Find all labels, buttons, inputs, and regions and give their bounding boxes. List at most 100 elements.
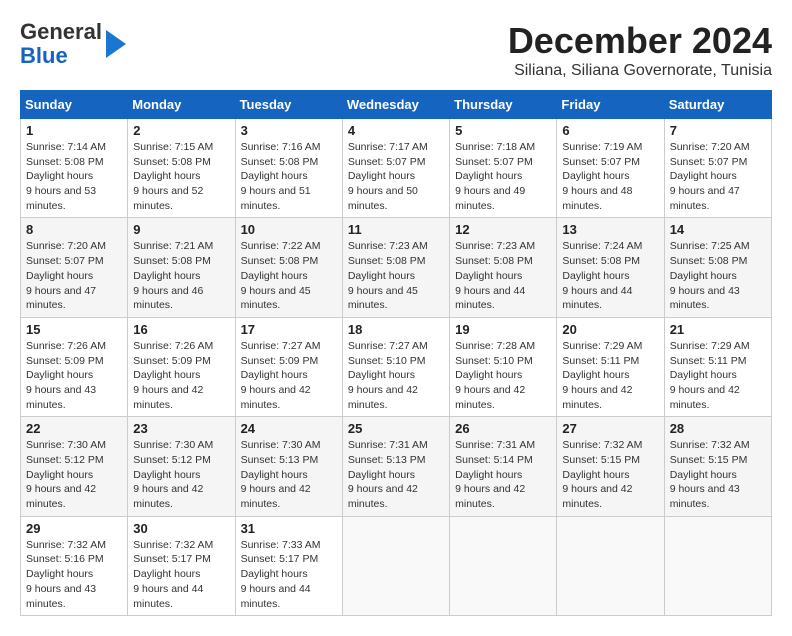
- calendar-cell: 25 Sunrise: 7:31 AM Sunset: 5:13 PM Dayl…: [342, 417, 449, 516]
- day-info: Sunrise: 7:19 AM Sunset: 5:07 PM Dayligh…: [562, 140, 658, 213]
- calendar-cell: 29 Sunrise: 7:32 AM Sunset: 5:16 PM Dayl…: [21, 516, 128, 615]
- day-info: Sunrise: 7:27 AM Sunset: 5:10 PM Dayligh…: [348, 339, 444, 412]
- col-header-friday: Friday: [557, 91, 664, 119]
- calendar-cell: 26 Sunrise: 7:31 AM Sunset: 5:14 PM Dayl…: [450, 417, 557, 516]
- day-number: 13: [562, 222, 658, 237]
- day-number: 2: [133, 123, 229, 138]
- day-number: 14: [670, 222, 766, 237]
- calendar-cell: [450, 516, 557, 615]
- logo: General Blue: [20, 20, 126, 68]
- day-info: Sunrise: 7:28 AM Sunset: 5:10 PM Dayligh…: [455, 339, 551, 412]
- calendar-cell: 21 Sunrise: 7:29 AM Sunset: 5:11 PM Dayl…: [664, 317, 771, 416]
- day-info: Sunrise: 7:20 AM Sunset: 5:07 PM Dayligh…: [26, 239, 122, 312]
- day-number: 24: [241, 421, 337, 436]
- calendar-table: SundayMondayTuesdayWednesdayThursdayFrid…: [20, 90, 772, 616]
- day-info: Sunrise: 7:29 AM Sunset: 5:11 PM Dayligh…: [562, 339, 658, 412]
- day-number: 12: [455, 222, 551, 237]
- day-info: Sunrise: 7:26 AM Sunset: 5:09 PM Dayligh…: [26, 339, 122, 412]
- day-info: Sunrise: 7:21 AM Sunset: 5:08 PM Dayligh…: [133, 239, 229, 312]
- day-number: 20: [562, 322, 658, 337]
- page-header: General Blue December 2024 Siliana, Sili…: [20, 20, 772, 80]
- calendar-cell: 23 Sunrise: 7:30 AM Sunset: 5:12 PM Dayl…: [128, 417, 235, 516]
- calendar-cell: 30 Sunrise: 7:32 AM Sunset: 5:17 PM Dayl…: [128, 516, 235, 615]
- day-number: 29: [26, 521, 122, 536]
- calendar-cell: 12 Sunrise: 7:23 AM Sunset: 5:08 PM Dayl…: [450, 218, 557, 317]
- calendar-cell: 3 Sunrise: 7:16 AM Sunset: 5:08 PM Dayli…: [235, 119, 342, 218]
- calendar-cell: [664, 516, 771, 615]
- day-number: 19: [455, 322, 551, 337]
- calendar-cell: 10 Sunrise: 7:22 AM Sunset: 5:08 PM Dayl…: [235, 218, 342, 317]
- day-info: Sunrise: 7:32 AM Sunset: 5:16 PM Dayligh…: [26, 538, 122, 611]
- calendar-cell: 20 Sunrise: 7:29 AM Sunset: 5:11 PM Dayl…: [557, 317, 664, 416]
- col-header-tuesday: Tuesday: [235, 91, 342, 119]
- day-info: Sunrise: 7:15 AM Sunset: 5:08 PM Dayligh…: [133, 140, 229, 213]
- calendar-cell: 24 Sunrise: 7:30 AM Sunset: 5:13 PM Dayl…: [235, 417, 342, 516]
- day-number: 15: [26, 322, 122, 337]
- day-info: Sunrise: 7:24 AM Sunset: 5:08 PM Dayligh…: [562, 239, 658, 312]
- day-info: Sunrise: 7:33 AM Sunset: 5:17 PM Dayligh…: [241, 538, 337, 611]
- day-number: 26: [455, 421, 551, 436]
- day-number: 8: [26, 222, 122, 237]
- calendar-cell: 13 Sunrise: 7:24 AM Sunset: 5:08 PM Dayl…: [557, 218, 664, 317]
- day-info: Sunrise: 7:23 AM Sunset: 5:08 PM Dayligh…: [455, 239, 551, 312]
- day-info: Sunrise: 7:31 AM Sunset: 5:14 PM Dayligh…: [455, 438, 551, 511]
- day-info: Sunrise: 7:32 AM Sunset: 5:17 PM Dayligh…: [133, 538, 229, 611]
- day-info: Sunrise: 7:32 AM Sunset: 5:15 PM Dayligh…: [670, 438, 766, 511]
- day-info: Sunrise: 7:26 AM Sunset: 5:09 PM Dayligh…: [133, 339, 229, 412]
- day-number: 7: [670, 123, 766, 138]
- day-info: Sunrise: 7:17 AM Sunset: 5:07 PM Dayligh…: [348, 140, 444, 213]
- day-number: 5: [455, 123, 551, 138]
- page-subtitle: Siliana, Siliana Governorate, Tunisia: [508, 62, 772, 80]
- col-header-wednesday: Wednesday: [342, 91, 449, 119]
- calendar-cell: 7 Sunrise: 7:20 AM Sunset: 5:07 PM Dayli…: [664, 119, 771, 218]
- day-number: 3: [241, 123, 337, 138]
- title-block: December 2024 Siliana, Siliana Governora…: [508, 20, 772, 80]
- calendar-cell: [342, 516, 449, 615]
- col-header-sunday: Sunday: [21, 91, 128, 119]
- calendar-cell: 31 Sunrise: 7:33 AM Sunset: 5:17 PM Dayl…: [235, 516, 342, 615]
- logo-arrow-icon: [106, 30, 126, 58]
- day-info: Sunrise: 7:22 AM Sunset: 5:08 PM Dayligh…: [241, 239, 337, 312]
- day-number: 17: [241, 322, 337, 337]
- day-info: Sunrise: 7:29 AM Sunset: 5:11 PM Dayligh…: [670, 339, 766, 412]
- logo-blue: Blue: [20, 43, 68, 68]
- day-info: Sunrise: 7:30 AM Sunset: 5:12 PM Dayligh…: [26, 438, 122, 511]
- calendar-cell: 6 Sunrise: 7:19 AM Sunset: 5:07 PM Dayli…: [557, 119, 664, 218]
- page-title: December 2024: [508, 20, 772, 62]
- calendar-cell: 8 Sunrise: 7:20 AM Sunset: 5:07 PM Dayli…: [21, 218, 128, 317]
- day-info: Sunrise: 7:31 AM Sunset: 5:13 PM Dayligh…: [348, 438, 444, 511]
- day-number: 6: [562, 123, 658, 138]
- day-number: 11: [348, 222, 444, 237]
- calendar-cell: 18 Sunrise: 7:27 AM Sunset: 5:10 PM Dayl…: [342, 317, 449, 416]
- calendar-cell: 22 Sunrise: 7:30 AM Sunset: 5:12 PM Dayl…: [21, 417, 128, 516]
- calendar-cell: 17 Sunrise: 7:27 AM Sunset: 5:09 PM Dayl…: [235, 317, 342, 416]
- calendar-cell: 19 Sunrise: 7:28 AM Sunset: 5:10 PM Dayl…: [450, 317, 557, 416]
- day-number: 9: [133, 222, 229, 237]
- calendar-cell: 1 Sunrise: 7:14 AM Sunset: 5:08 PM Dayli…: [21, 119, 128, 218]
- day-info: Sunrise: 7:18 AM Sunset: 5:07 PM Dayligh…: [455, 140, 551, 213]
- calendar-cell: 14 Sunrise: 7:25 AM Sunset: 5:08 PM Dayl…: [664, 218, 771, 317]
- day-number: 31: [241, 521, 337, 536]
- calendar-cell: 2 Sunrise: 7:15 AM Sunset: 5:08 PM Dayli…: [128, 119, 235, 218]
- calendar-cell: 4 Sunrise: 7:17 AM Sunset: 5:07 PM Dayli…: [342, 119, 449, 218]
- day-info: Sunrise: 7:32 AM Sunset: 5:15 PM Dayligh…: [562, 438, 658, 511]
- day-number: 22: [26, 421, 122, 436]
- calendar-cell: 28 Sunrise: 7:32 AM Sunset: 5:15 PM Dayl…: [664, 417, 771, 516]
- col-header-thursday: Thursday: [450, 91, 557, 119]
- day-info: Sunrise: 7:16 AM Sunset: 5:08 PM Dayligh…: [241, 140, 337, 213]
- calendar-cell: 9 Sunrise: 7:21 AM Sunset: 5:08 PM Dayli…: [128, 218, 235, 317]
- col-header-monday: Monday: [128, 91, 235, 119]
- day-info: Sunrise: 7:25 AM Sunset: 5:08 PM Dayligh…: [670, 239, 766, 312]
- logo-general: General: [20, 19, 102, 44]
- day-number: 30: [133, 521, 229, 536]
- calendar-cell: 5 Sunrise: 7:18 AM Sunset: 5:07 PM Dayli…: [450, 119, 557, 218]
- day-number: 25: [348, 421, 444, 436]
- day-number: 27: [562, 421, 658, 436]
- day-info: Sunrise: 7:14 AM Sunset: 5:08 PM Dayligh…: [26, 140, 122, 213]
- day-number: 21: [670, 322, 766, 337]
- day-number: 23: [133, 421, 229, 436]
- day-number: 1: [26, 123, 122, 138]
- day-number: 10: [241, 222, 337, 237]
- day-info: Sunrise: 7:20 AM Sunset: 5:07 PM Dayligh…: [670, 140, 766, 213]
- calendar-cell: 27 Sunrise: 7:32 AM Sunset: 5:15 PM Dayl…: [557, 417, 664, 516]
